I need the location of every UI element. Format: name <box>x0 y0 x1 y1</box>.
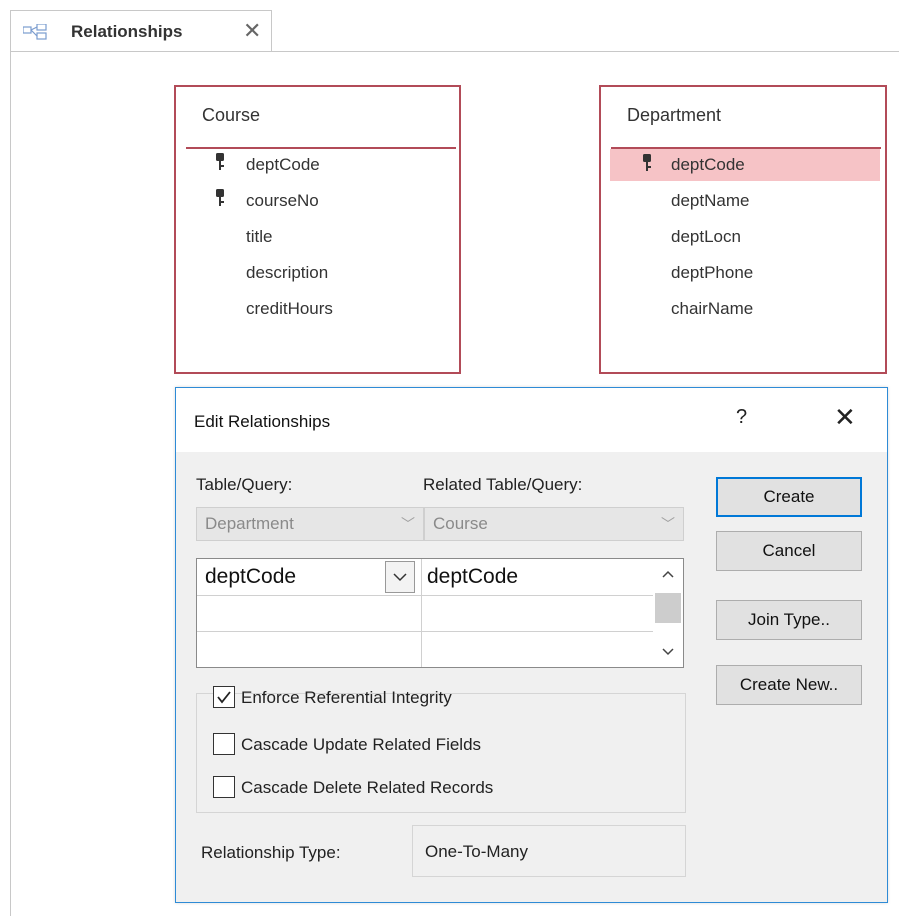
document-tab-bar: Relationships ✕ <box>0 0 899 52</box>
field-chairName[interactable]: chairName <box>671 294 753 324</box>
tab-label: Relationships <box>71 22 183 41</box>
grid-cell-related-field[interactable]: deptCode <box>427 559 647 595</box>
enforce-integrity-checkbox[interactable] <box>213 686 235 708</box>
chevron-down-icon[interactable] <box>653 637 683 667</box>
table-query-label: Table/Query: <box>196 475 293 494</box>
field-description[interactable]: description <box>246 258 328 288</box>
primary-key-icon <box>216 189 224 206</box>
cascade-update-label[interactable]: Cascade Update Related Fields <box>241 735 481 755</box>
chevron-up-icon[interactable] <box>653 559 683 589</box>
field-title[interactable]: title <box>246 222 272 252</box>
edit-relationships-dialog: Edit Relationships ? ✕ Table/Query: Rela… <box>175 387 888 903</box>
divider <box>186 147 456 149</box>
grid-cell-primary-field[interactable]: deptCode <box>205 559 385 595</box>
chevron-down-icon: ﹀ <box>401 516 415 532</box>
close-icon[interactable]: ✕ <box>243 18 261 44</box>
field-dropdown-button[interactable] <box>385 561 415 593</box>
related-table-query-label: Related Table/Query: <box>423 475 583 494</box>
vertical-scrollbar[interactable] <box>653 559 683 667</box>
cascade-delete-label[interactable]: Cascade Delete Related Records <box>241 778 493 798</box>
relationship-type-box: One-To-Many <box>412 825 686 877</box>
enforce-integrity-label[interactable]: Enforce Referential Integrity <box>241 688 452 708</box>
field-deptName[interactable]: deptName <box>671 186 749 216</box>
department-table-title: Department <box>627 105 722 125</box>
chevron-down-icon <box>393 573 407 582</box>
divider <box>197 631 653 632</box>
join-type-button[interactable]: Join Type.. <box>716 600 862 640</box>
primary-key-icon <box>643 154 651 171</box>
checkmark-icon <box>217 691 231 704</box>
related-table-query-value: Course <box>433 514 488 533</box>
dialog-title: Edit Relationships <box>194 412 331 431</box>
primary-field-value: deptCode <box>205 565 297 588</box>
divider <box>197 595 653 596</box>
field-deptCode[interactable]: deptCode <box>671 150 745 180</box>
field-deptCode[interactable]: deptCode <box>246 150 320 180</box>
cascade-delete-checkbox[interactable] <box>213 776 235 798</box>
field-deptPhone[interactable]: deptPhone <box>671 258 753 288</box>
table-query-value: Department <box>205 514 294 533</box>
field-deptLocn[interactable]: deptLocn <box>671 222 741 252</box>
create-button[interactable]: Create <box>716 477 862 517</box>
scrollbar-thumb[interactable] <box>655 593 681 623</box>
department-table[interactable]: Department deptCode deptName deptLocn de… <box>599 85 887 374</box>
course-table[interactable]: Course deptCode courseNo title descripti… <box>174 85 461 374</box>
primary-key-icon <box>216 153 224 170</box>
table-query-select[interactable]: Department ﹀ <box>196 507 424 541</box>
tab-relationships[interactable]: Relationships ✕ <box>10 10 272 52</box>
chevron-down-icon: ﹀ <box>661 516 675 532</box>
course-table-title: Course <box>202 105 261 125</box>
field-creditHours[interactable]: creditHours <box>246 294 333 324</box>
relationship-type-value: One-To-Many <box>425 842 528 861</box>
relationships-icon <box>23 24 47 40</box>
related-table-query-select[interactable]: Course ﹀ <box>424 507 684 541</box>
create-new-button[interactable]: Create New.. <box>716 665 862 705</box>
help-button[interactable]: ? <box>736 406 747 429</box>
relationship-type-label: Relationship Type: <box>201 843 341 862</box>
cancel-button[interactable]: Cancel <box>716 531 862 571</box>
related-field-value: deptCode <box>427 565 519 588</box>
field-courseNo[interactable]: courseNo <box>246 186 319 216</box>
field-mapping-grid: deptCode deptCode <box>196 558 684 668</box>
dialog-titlebar[interactable]: Edit Relationships ? ✕ <box>176 388 887 452</box>
divider <box>421 559 422 667</box>
cascade-update-checkbox[interactable] <box>213 733 235 755</box>
close-icon[interactable]: ✕ <box>834 402 856 433</box>
